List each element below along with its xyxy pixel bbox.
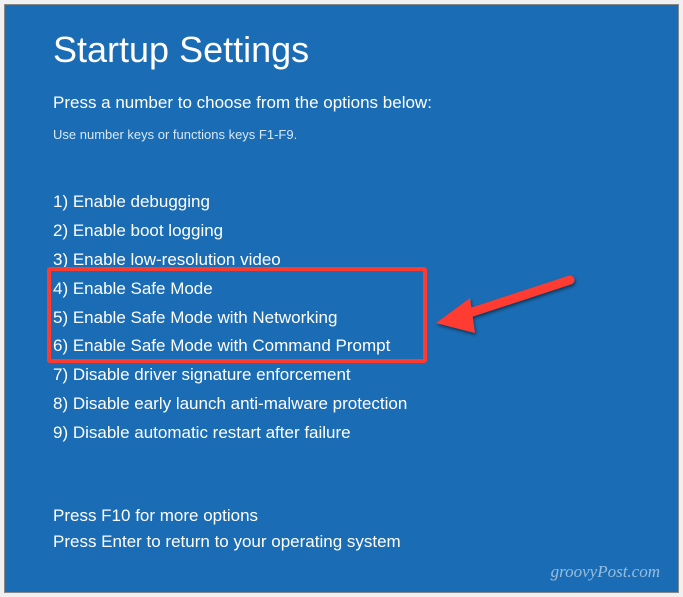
hint-text: Use number keys or functions keys F1-F9. xyxy=(53,127,630,142)
option-3[interactable]: 3) Enable low-resolution video xyxy=(53,246,630,275)
options-list: 1) Enable debugging 2) Enable boot loggi… xyxy=(53,188,630,448)
option-1[interactable]: 1) Enable debugging xyxy=(53,188,630,217)
option-2[interactable]: 2) Enable boot logging xyxy=(53,217,630,246)
option-5[interactable]: 5) Enable Safe Mode with Networking xyxy=(53,304,630,333)
content-area: Startup Settings Press a number to choos… xyxy=(5,5,678,468)
footer-area: Press F10 for more options Press Enter t… xyxy=(53,503,401,554)
startup-settings-screen: Startup Settings Press a number to choos… xyxy=(4,4,679,593)
option-4[interactable]: 4) Enable Safe Mode xyxy=(53,275,630,304)
option-7[interactable]: 7) Disable driver signature enforcement xyxy=(53,361,630,390)
option-8[interactable]: 8) Disable early launch anti-malware pro… xyxy=(53,390,630,419)
option-9[interactable]: 9) Disable automatic restart after failu… xyxy=(53,419,630,448)
footer-more-options: Press F10 for more options xyxy=(53,503,401,529)
option-6[interactable]: 6) Enable Safe Mode with Command Prompt xyxy=(53,332,630,361)
watermark-text: groovyPost.com xyxy=(551,562,660,582)
page-title: Startup Settings xyxy=(53,29,630,71)
footer-return: Press Enter to return to your operating … xyxy=(53,529,401,555)
instruction-text: Press a number to choose from the option… xyxy=(53,93,630,113)
